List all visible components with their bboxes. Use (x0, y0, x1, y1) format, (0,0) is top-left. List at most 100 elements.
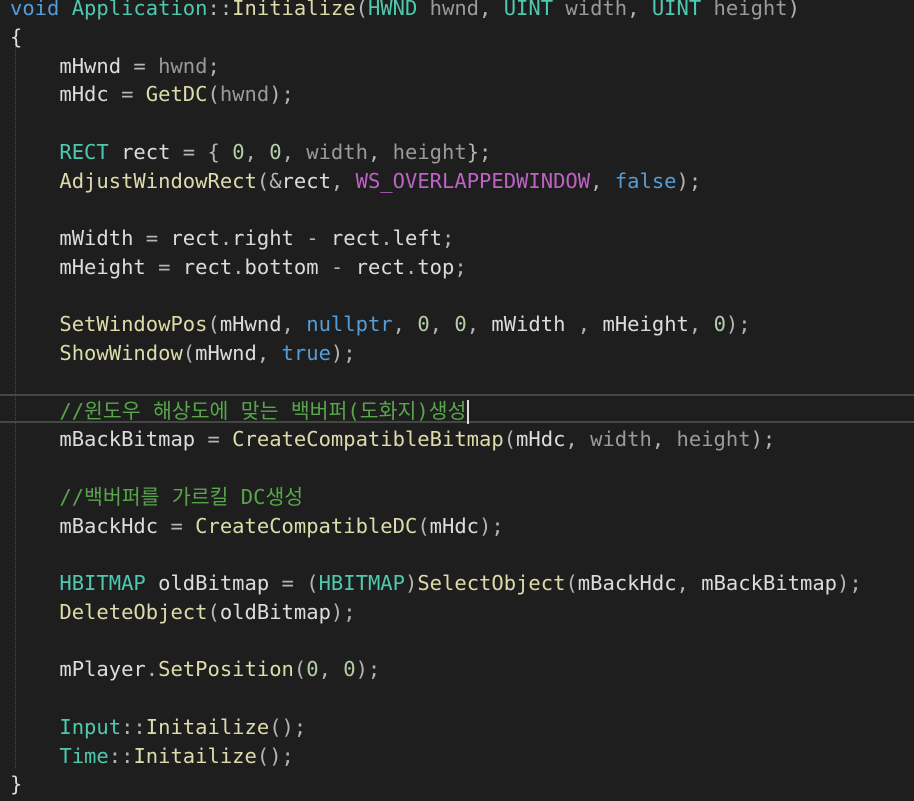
code-token: mHwnd (195, 341, 257, 365)
code-token: , (367, 139, 393, 164)
code-editor[interactable]: void Application::Initialize(HWND hwnd, … (0, 0, 914, 801)
code-token: mHdc (516, 427, 566, 452)
code-token: GetDC (145, 82, 208, 107)
code-token: HBITMAP (318, 571, 405, 595)
text-caret (467, 399, 470, 424)
code-line[interactable]: Time::Initailize(); (10, 742, 294, 771)
code-token: rect (170, 226, 220, 250)
code-token: = (195, 427, 233, 452)
code-token: AdjustWindowRect (59, 168, 257, 193)
code-token: rect (281, 168, 331, 193)
code-token: ; (207, 53, 220, 78)
code-token: SetPosition (158, 657, 294, 682)
code-line[interactable]: mBackBitmap = CreateCompatibleBitmap(mHd… (10, 425, 775, 454)
code-token: ) (405, 571, 418, 595)
code-line[interactable]: AdjustWindowRect(&rect, WS_OVERLAPPEDWIN… (10, 167, 701, 196)
code-token: :: (108, 743, 134, 768)
code-token: ) (787, 0, 800, 20)
code-line[interactable]: SetWindowPos(mHwnd, nullptr, 0, 0, mWidt… (10, 310, 750, 339)
code-token: } (10, 772, 23, 797)
code-token: ); (355, 657, 381, 682)
code-token: , (318, 657, 344, 682)
code-line[interactable]: mHeight = rect.bottom - rect.top; (10, 253, 467, 282)
code-token: ); (479, 513, 504, 538)
code-token: void (10, 0, 60, 20)
code-token: Input (59, 714, 122, 739)
code-token: rect (182, 254, 233, 279)
code-token: Initailize (145, 714, 270, 739)
code-token: ); (837, 571, 862, 595)
code-token: CreateCompatibleBitmap (232, 427, 504, 452)
code-token: ( (293, 657, 307, 682)
code-token: - (293, 226, 331, 250)
code-token: mHdc (10, 82, 109, 107)
code-line[interactable]: mHdc = GetDC(hwnd); (10, 80, 294, 109)
code-token: CreateCompatibleDC (195, 513, 418, 538)
code-token: 0 (343, 657, 356, 682)
code-line[interactable]: //윈도우 해상도에 맞는 백버퍼(도화지)생성 (10, 397, 470, 426)
code-token: hwnd (158, 53, 208, 78)
code-token: = { (170, 139, 233, 164)
code-token: hwnd (417, 0, 480, 20)
code-token: SetWindowPos (59, 312, 208, 337)
code-line[interactable]: mBackHdc = CreateCompatibleDC(mHdc); (10, 512, 504, 541)
code-token: . (380, 226, 393, 250)
code-line[interactable]: mHwnd = hwnd; (10, 52, 220, 81)
code-token: SelectObject (417, 571, 566, 595)
code-token: , (256, 341, 282, 365)
code-token: 0 (306, 657, 319, 682)
code-token: rect (330, 226, 381, 250)
code-line[interactable]: mWidth = rect.right - rect.left; (10, 224, 454, 253)
code-token: }; (466, 139, 492, 164)
code-token: ( (207, 82, 220, 107)
code-token: = (145, 254, 183, 279)
code-line[interactable]: HBITMAP oldBitmap = (HBITMAP)SelectObjec… (10, 569, 862, 598)
code-token: mBackBitmap (10, 427, 196, 452)
code-token: ); (269, 82, 294, 107)
code-token: Time (59, 743, 109, 768)
code-token: mWidth (491, 312, 566, 337)
code-token: , (429, 312, 455, 337)
code-token: hwnd (219, 82, 270, 107)
code-line[interactable]: void Application::Initialize(HWND hwnd, … (10, 0, 800, 23)
code-token: false (614, 168, 677, 193)
code-token: , (330, 168, 356, 193)
code-token: Application (71, 0, 208, 20)
code-line[interactable]: { (10, 23, 22, 52)
code-token: , (565, 312, 603, 337)
code-line[interactable]: ShowWindow(mHwnd, true); (10, 339, 355, 368)
code-token: = (121, 53, 159, 78)
code-token: true (281, 341, 331, 365)
code-token: ShowWindow (59, 341, 183, 365)
code-token: . (145, 657, 159, 682)
code-token: Initailize (133, 743, 257, 768)
code-token: 0 (417, 312, 430, 337)
code-token: ; (454, 254, 467, 279)
code-line[interactable]: //백버퍼를 가르킬 DC생성 (10, 483, 303, 512)
code-token: //윈도우 해상도에 맞는 백버퍼(도화지)생성 (10, 398, 467, 423)
code-token: , (479, 0, 504, 20)
code-token: mHwnd (10, 53, 122, 78)
code-token: ); (676, 168, 702, 193)
code-token: rect (355, 254, 405, 279)
code-line[interactable]: DeleteObject(oldBitmap); (10, 598, 356, 627)
code-token: width (306, 139, 368, 164)
code-token: mBackHdc (10, 513, 159, 538)
code-token: 0 (454, 312, 467, 337)
code-token: ); (330, 599, 356, 624)
code-line[interactable]: Input::Initailize(); (10, 713, 306, 742)
code-token: , (651, 427, 677, 452)
code-line[interactable]: RECT rect = { 0, 0, width, height}; (10, 138, 491, 167)
code-token: //백버퍼를 가르킬 DC생성 (10, 484, 304, 509)
code-token: , (676, 571, 702, 595)
code-line[interactable]: } (10, 770, 22, 799)
code-token: . (404, 254, 418, 279)
code-token: mWidth (10, 226, 134, 250)
code-token: (); (256, 743, 294, 768)
code-line[interactable]: mPlayer.SetPosition(0, 0); (10, 655, 380, 684)
